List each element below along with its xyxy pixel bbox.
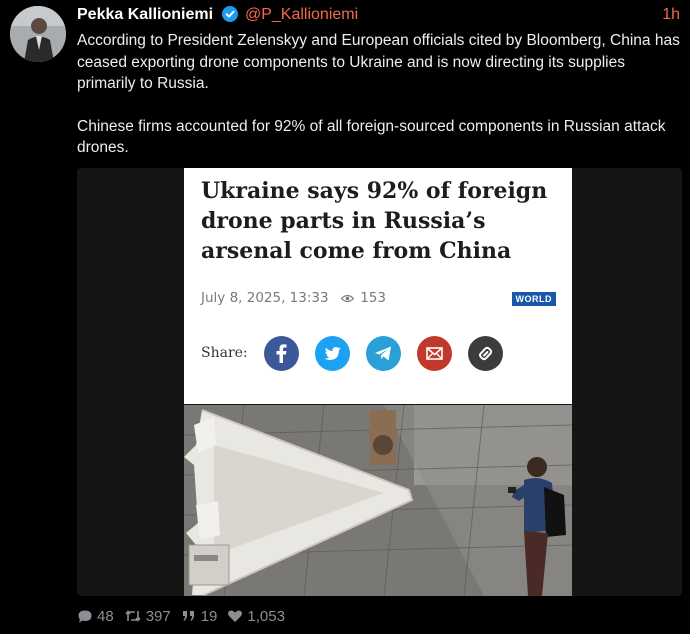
share-label: Share: bbox=[201, 345, 248, 361]
post-media[interactable]: Ukraine says 92% of foreign drone parts … bbox=[77, 168, 682, 596]
telegram-share-button bbox=[366, 336, 401, 371]
telegram-icon bbox=[375, 346, 391, 361]
quote-count: 19 bbox=[200, 607, 218, 625]
author-avatar[interactable] bbox=[10, 6, 66, 62]
author-handle[interactable]: @P_Kallioniemi bbox=[245, 6, 358, 23]
link-icon bbox=[479, 346, 493, 361]
like-count: 1,053 bbox=[247, 607, 285, 625]
article-meta: July 8, 2025, 13:33 153 bbox=[201, 290, 386, 307]
repost-count: 397 bbox=[145, 607, 171, 625]
quote-button[interactable]: 19 bbox=[181, 607, 218, 625]
reply-icon bbox=[78, 610, 92, 622]
like-button[interactable]: 1,053 bbox=[227, 608, 285, 625]
author-name[interactable]: Pekka Kallioniemi bbox=[77, 6, 213, 23]
post-paragraph: Chinese firms accounted for 92% of all f… bbox=[77, 117, 666, 157]
facebook-share-button bbox=[264, 336, 299, 371]
twitter-share-button bbox=[315, 336, 350, 371]
article-screenshot: Ukraine says 92% of foreign drone parts … bbox=[184, 168, 572, 404]
verified-badge-icon bbox=[221, 6, 238, 28]
copy-link-button bbox=[468, 336, 503, 371]
reply-button[interactable]: 48 bbox=[77, 608, 114, 625]
post-text: According to President Zelenskyy and Eur… bbox=[77, 30, 682, 180]
article-date: July 8, 2025, 13:33 bbox=[201, 290, 329, 306]
article-views: 153 bbox=[360, 290, 386, 306]
reply-count: 48 bbox=[97, 607, 114, 625]
drone-photo bbox=[184, 405, 572, 596]
post-actions: 48 397 19 1,053 bbox=[77, 606, 295, 626]
email-icon bbox=[426, 347, 443, 360]
repost-icon bbox=[125, 610, 141, 622]
eye-icon bbox=[340, 291, 355, 307]
heart-icon bbox=[228, 610, 243, 622]
article-headline: Ukraine says 92% of foreign drone parts … bbox=[201, 178, 548, 264]
email-share-button bbox=[417, 336, 452, 371]
facebook-icon bbox=[276, 344, 287, 363]
twitter-icon bbox=[324, 347, 341, 360]
post-header: Pekka Kallioniemi @P_Kallioniemi 1h bbox=[77, 5, 680, 27]
post-paragraph: According to President Zelenskyy and Eur… bbox=[77, 32, 680, 92]
article-category-tag: WORLD bbox=[511, 292, 556, 306]
quote-icon bbox=[182, 611, 194, 621]
post-timestamp[interactable]: 1h bbox=[662, 5, 680, 25]
repost-button[interactable]: 397 bbox=[124, 608, 171, 625]
